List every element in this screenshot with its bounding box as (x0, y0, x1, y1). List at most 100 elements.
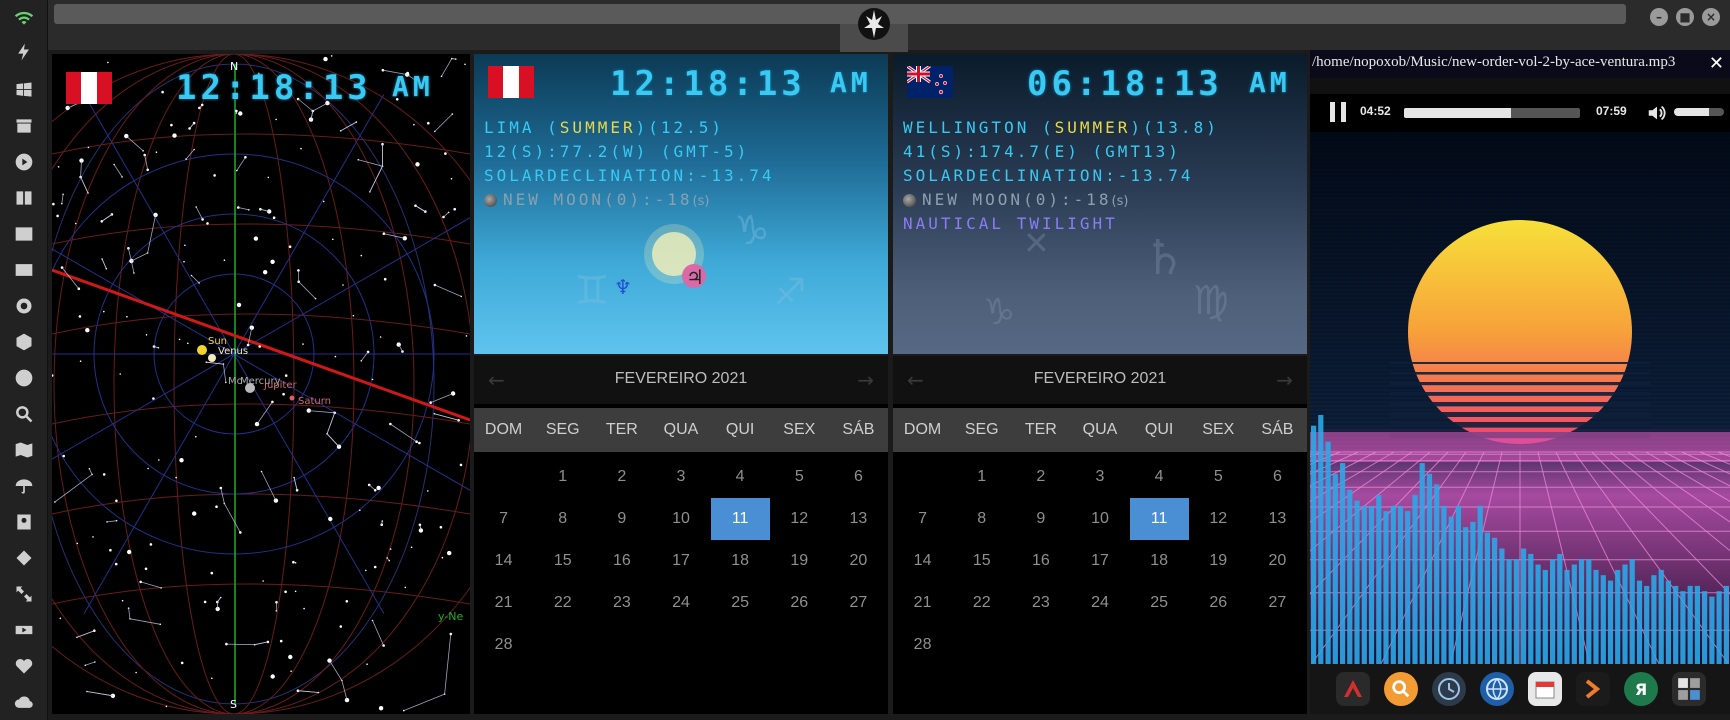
calendar-day[interactable]: 9 (1011, 498, 1070, 540)
calendar-day[interactable]: 8 (533, 498, 592, 540)
calendar-day[interactable]: 10 (651, 498, 710, 540)
calendar-day[interactable]: 16 (1011, 540, 1070, 582)
minimize-button[interactable]: – (1650, 8, 1668, 26)
calendar-day[interactable]: 1 (952, 456, 1011, 498)
calculator-icon[interactable] (1672, 672, 1706, 706)
settings-wheel-icon[interactable] (12, 294, 36, 318)
next-month-button[interactable]: → (857, 368, 874, 392)
calendar-day[interactable]: 19 (1189, 540, 1248, 582)
search-icon[interactable] (12, 402, 36, 426)
calendar-day[interactable]: 21 (474, 582, 533, 624)
image-icon[interactable] (12, 222, 36, 246)
umbrella-icon[interactable] (12, 474, 36, 498)
archive-icon[interactable] (12, 114, 36, 138)
sky-map[interactable]: Sun Venus Mo Mercury Jupiter Saturn N Sy-Ne 12:… (52, 54, 470, 714)
contacts-icon[interactable] (12, 510, 36, 534)
title-strip[interactable] (54, 4, 1626, 24)
close-window-button[interactable]: × (1702, 8, 1720, 26)
spectrum-bar (1658, 569, 1664, 666)
lightning-icon[interactable] (12, 40, 36, 64)
calendar-day[interactable]: 3 (1070, 456, 1129, 498)
rebel-alliance-icon[interactable] (854, 4, 894, 44)
calendar-day[interactable]: 24 (651, 582, 710, 624)
calendar-day[interactable]: 4 (711, 456, 770, 498)
calendar-day[interactable]: 27 (1248, 582, 1307, 624)
calendar-day[interactable]: 26 (770, 582, 829, 624)
next-month-button[interactable]: → (1276, 368, 1293, 392)
calendar-day[interactable]: 15 (533, 540, 592, 582)
calendar-day[interactable]: 7 (893, 498, 952, 540)
calendar-day[interactable]: 22 (533, 582, 592, 624)
youtube-icon[interactable] (12, 618, 36, 642)
yandex-icon[interactable]: Я (1624, 672, 1658, 706)
calendar-day-today[interactable]: 11 (1129, 498, 1189, 540)
calendar-day[interactable]: 24 (1070, 582, 1129, 624)
calendar-day[interactable]: 23 (592, 582, 651, 624)
calendar-day[interactable]: 25 (1130, 582, 1189, 624)
calendar-day[interactable]: 2 (592, 456, 651, 498)
wifi-icon[interactable] (12, 6, 36, 30)
calendar-day[interactable]: 13 (829, 498, 888, 540)
lima-temp: (12.5) (648, 118, 725, 137)
newspaper-icon[interactable] (12, 258, 36, 282)
calendar-day[interactable]: 28 (893, 624, 952, 666)
calendar-day[interactable]: 6 (1248, 456, 1307, 498)
calendar-day[interactable]: 12 (770, 498, 829, 540)
calendar-day[interactable]: 18 (1130, 540, 1189, 582)
play-icon[interactable] (12, 150, 36, 174)
calendar-day[interactable]: 21 (893, 582, 952, 624)
map-book-icon[interactable] (12, 186, 36, 210)
calendar-day[interactable]: 15 (952, 540, 1011, 582)
arch-icon[interactable] (1336, 672, 1370, 706)
calendar-day[interactable]: 8 (952, 498, 1011, 540)
calendar-day[interactable]: 19 (770, 540, 829, 582)
maximize-button[interactable]: ■ (1676, 8, 1694, 26)
calendar-day[interactable]: 10 (1070, 498, 1129, 540)
search-icon[interactable] (1384, 672, 1418, 706)
calendar-day[interactable]: 7 (474, 498, 533, 540)
calendar-day[interactable]: 5 (1189, 456, 1248, 498)
elapsed-time: 04:52 (1360, 104, 1391, 118)
calendar-day[interactable]: 20 (1248, 540, 1307, 582)
calendar-day[interactable]: 16 (592, 540, 651, 582)
calendar-day[interactable]: 13 (1248, 498, 1307, 540)
calendar-day[interactable]: 9 (592, 498, 651, 540)
globe-icon[interactable] (12, 366, 36, 390)
player-close-button[interactable]: ✕ (1709, 53, 1724, 74)
calendar-day[interactable]: 1 (533, 456, 592, 498)
calendar-day[interactable]: 12 (1189, 498, 1248, 540)
calendar-day[interactable]: 26 (1189, 582, 1248, 624)
expand-icon[interactable] (12, 582, 36, 606)
volume-slider[interactable] (1674, 108, 1724, 116)
calendar-day[interactable]: 3 (651, 456, 710, 498)
calendar-day[interactable]: 14 (893, 540, 952, 582)
progress-bar[interactable] (1404, 108, 1580, 118)
map-icon[interactable] (12, 438, 36, 462)
calendar-day[interactable]: 4 (1130, 456, 1189, 498)
terminal-arrow-icon[interactable] (1576, 672, 1610, 706)
cloud-icon[interactable] (12, 690, 36, 714)
hexagon-icon[interactable] (12, 330, 36, 354)
calendar-icon[interactable] (1528, 672, 1562, 706)
calendar-day[interactable]: 17 (651, 540, 710, 582)
calendar-day[interactable]: 6 (829, 456, 888, 498)
heart-icon[interactable] (12, 654, 36, 678)
volume-icon[interactable] (1646, 102, 1668, 124)
calendar-day[interactable]: 5 (770, 456, 829, 498)
calendar-day[interactable]: 17 (1070, 540, 1129, 582)
clock-icon[interactable] (1432, 672, 1466, 706)
calendar-day[interactable]: 2 (1011, 456, 1070, 498)
globe-icon[interactable] (1480, 672, 1514, 706)
calendar-day[interactable]: 22 (952, 582, 1011, 624)
windows-icon[interactable] (12, 78, 36, 102)
calendar-day[interactable]: 28 (474, 624, 533, 666)
calendar-day[interactable]: 27 (829, 582, 888, 624)
calendar-day[interactable]: 25 (711, 582, 770, 624)
tag-icon[interactable] (12, 546, 36, 570)
calendar-day[interactable]: 18 (711, 540, 770, 582)
pause-button[interactable] (1330, 102, 1346, 122)
calendar-day-today[interactable]: 11 (710, 498, 770, 540)
calendar-day[interactable]: 23 (1011, 582, 1070, 624)
calendar-day[interactable]: 14 (474, 540, 533, 582)
calendar-day[interactable]: 20 (829, 540, 888, 582)
